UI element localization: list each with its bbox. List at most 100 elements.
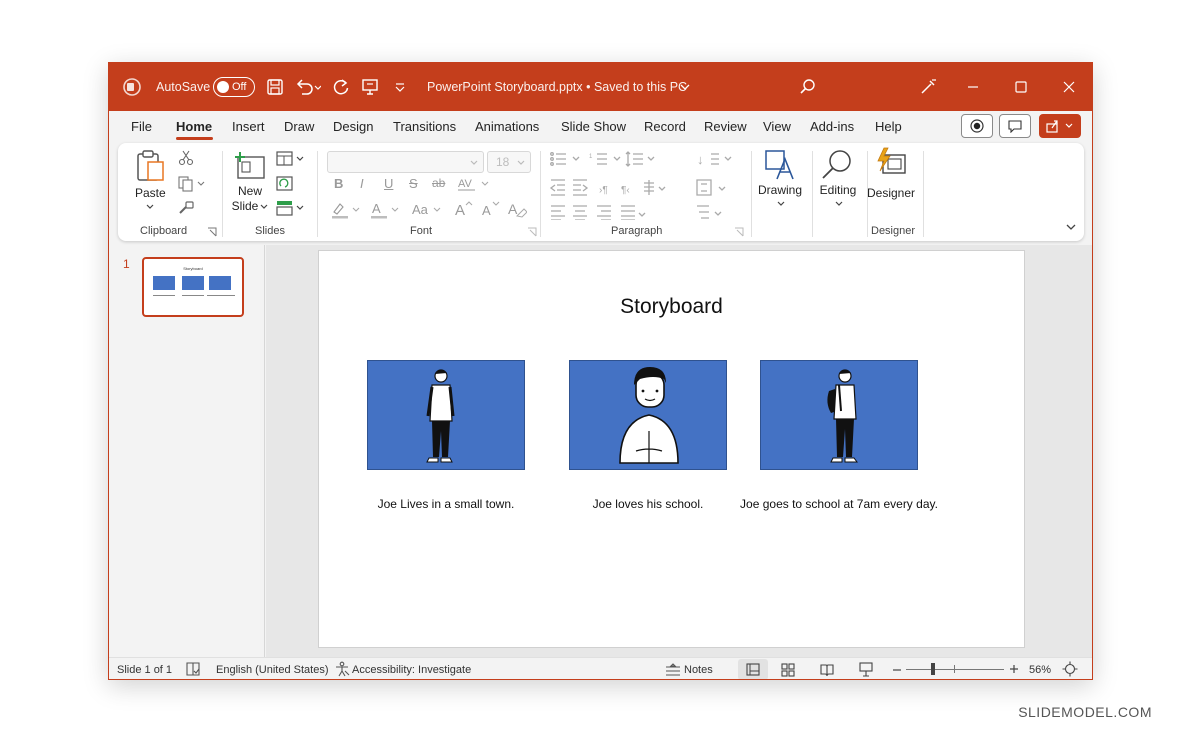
record-button[interactable] bbox=[961, 114, 993, 138]
paragraph-group-label: Paragraph bbox=[611, 225, 663, 237]
caption-2[interactable]: Joe loves his school. bbox=[569, 497, 727, 511]
zoom-in-icon[interactable] bbox=[1009, 664, 1019, 674]
minimize-button[interactable] bbox=[950, 63, 996, 111]
new-slide-button[interactable]: New bbox=[235, 184, 265, 198]
tab-file[interactable]: File bbox=[131, 119, 152, 134]
font-size-combobox[interactable]: 18 bbox=[487, 151, 531, 173]
save-icon[interactable] bbox=[266, 63, 284, 111]
drawing-dropdown-icon[interactable] bbox=[776, 200, 786, 208]
decrease-font-size-icon[interactable]: A bbox=[481, 200, 501, 218]
format-painter-icon[interactable] bbox=[177, 200, 195, 216]
highlight-color-icon[interactable] bbox=[330, 201, 362, 219]
dialog-launcher-icon[interactable] bbox=[207, 227, 217, 237]
storyboard-panel-2[interactable] bbox=[569, 360, 727, 470]
presenter-icon[interactable] bbox=[361, 63, 379, 111]
notes-button[interactable]: Notes bbox=[684, 664, 713, 676]
new-slide-icon bbox=[235, 152, 265, 179]
reset-slide-icon[interactable] bbox=[275, 176, 293, 192]
document-title[interactable]: PowerPoint Storyboard.pptx • Saved to th… bbox=[427, 63, 687, 111]
accessibility-icon[interactable] bbox=[334, 661, 350, 677]
strikethrough-icon[interactable]: S bbox=[409, 176, 418, 191]
thumbnail-number: 1 bbox=[123, 257, 130, 271]
layout-icon[interactable] bbox=[275, 151, 305, 167]
designer-button[interactable]: Designer bbox=[865, 186, 917, 200]
editing-dropdown-icon[interactable] bbox=[834, 200, 844, 208]
search-icon[interactable] bbox=[799, 63, 817, 111]
close-button[interactable] bbox=[1046, 63, 1092, 111]
notes-icon[interactable] bbox=[665, 663, 681, 677]
storyboard-panel-3[interactable] bbox=[760, 360, 918, 470]
tab-animations[interactable]: Animations bbox=[475, 119, 539, 134]
slide-canvas[interactable]: Storyboard Joe Lives in a small town. Jo… bbox=[318, 250, 1025, 648]
share-button[interactable] bbox=[1039, 114, 1081, 138]
collapse-ribbon-icon[interactable] bbox=[1065, 222, 1077, 232]
drawing-button[interactable]: Drawing bbox=[752, 183, 808, 197]
redo-icon[interactable] bbox=[332, 63, 350, 111]
reading-view-icon[interactable] bbox=[820, 663, 834, 677]
bold-icon[interactable]: B bbox=[334, 176, 343, 191]
tab-record[interactable]: Record bbox=[644, 119, 686, 134]
copilot-wand-icon[interactable] bbox=[919, 63, 937, 111]
paste-dropdown-icon[interactable] bbox=[145, 203, 155, 211]
increase-font-size-icon[interactable]: A bbox=[454, 200, 474, 218]
customize-quick-access-icon[interactable] bbox=[394, 63, 406, 111]
chevron-down-icon[interactable] bbox=[679, 63, 691, 111]
normal-view-button[interactable] bbox=[738, 659, 768, 679]
tab-home[interactable]: Home bbox=[176, 119, 212, 134]
spelling-check-icon[interactable] bbox=[185, 661, 201, 677]
font-color-icon[interactable]: A bbox=[369, 201, 401, 219]
new-slide-dropdown-icon[interactable] bbox=[260, 203, 268, 211]
slide-show-icon[interactable] bbox=[859, 662, 873, 677]
language-indicator[interactable]: English (United States) bbox=[216, 664, 329, 676]
font-name-combobox[interactable] bbox=[327, 151, 484, 173]
autosave-state: Off bbox=[232, 81, 247, 93]
zoom-slider-track[interactable] bbox=[906, 669, 1004, 670]
character-spacing-icon[interactable]: AV bbox=[457, 176, 491, 192]
clear-formatting-icon[interactable]: A bbox=[507, 200, 527, 218]
tab-help[interactable]: Help bbox=[875, 119, 902, 134]
undo-icon[interactable] bbox=[295, 63, 321, 111]
find-icon bbox=[822, 150, 851, 179]
underline-icon[interactable]: U bbox=[384, 176, 393, 191]
man-hoodie-illustration bbox=[619, 367, 679, 464]
autosave-toggle[interactable]: Off bbox=[213, 63, 255, 111]
cut-icon[interactable] bbox=[178, 150, 194, 166]
caption-3[interactable]: Joe goes to school at 7am every day. bbox=[739, 497, 939, 511]
copy-icon[interactable] bbox=[177, 176, 207, 192]
storyboard-panel-1[interactable] bbox=[367, 360, 525, 470]
change-case-icon[interactable]: Aa bbox=[410, 201, 444, 219]
zoom-out-icon[interactable] bbox=[892, 668, 902, 672]
svg-text:¶‹: ¶‹ bbox=[621, 185, 630, 196]
font-dialog-launcher-icon[interactable] bbox=[527, 227, 537, 237]
slide-thumbnail[interactable]: Storyboard bbox=[142, 257, 244, 317]
comments-button[interactable] bbox=[999, 114, 1031, 138]
paragraph-controls[interactable]: 1 ↓ ›¶ ¶‹ bbox=[549, 150, 749, 220]
tab-view[interactable]: View bbox=[763, 119, 791, 134]
zoom-level[interactable]: 56% bbox=[1029, 664, 1051, 676]
powerpoint-window: AutoSave Off PowerPoint Storyboard.pptx … bbox=[108, 62, 1093, 680]
paragraph-dialog-launcher-icon[interactable] bbox=[734, 227, 744, 237]
slide-editing-area: Storyboard Joe Lives in a small town. Jo… bbox=[266, 245, 1092, 657]
font-name-dropdown-icon bbox=[470, 160, 478, 165]
italic-icon[interactable]: I bbox=[360, 176, 364, 191]
caption-1[interactable]: Joe Lives in a small town. bbox=[367, 497, 525, 511]
tab-slide-show[interactable]: Slide Show bbox=[561, 119, 626, 134]
tab-transitions[interactable]: Transitions bbox=[393, 119, 456, 134]
tab-add-ins[interactable]: Add-ins bbox=[810, 119, 854, 134]
slide-title[interactable]: Storyboard bbox=[319, 295, 1024, 319]
tab-review[interactable]: Review bbox=[704, 119, 747, 134]
tab-draw[interactable]: Draw bbox=[284, 119, 314, 134]
editing-button[interactable]: Editing bbox=[812, 183, 864, 197]
zoom-slider-thumb[interactable] bbox=[931, 663, 935, 675]
slide-thumbnail-pane: 1 Storyboard bbox=[109, 245, 265, 657]
powerpoint-logo-icon bbox=[123, 63, 141, 111]
accessibility-status[interactable]: Accessibility: Investigate bbox=[352, 664, 471, 676]
paste-button[interactable]: Paste bbox=[135, 186, 166, 200]
slide-sorter-icon[interactable] bbox=[781, 663, 795, 677]
maximize-button[interactable] bbox=[998, 63, 1044, 111]
strikethrough-ab-icon[interactable]: ab bbox=[432, 176, 445, 190]
tab-design[interactable]: Design bbox=[333, 119, 373, 134]
section-icon[interactable] bbox=[275, 200, 305, 216]
fit-to-window-icon[interactable] bbox=[1062, 661, 1078, 677]
tab-insert[interactable]: Insert bbox=[232, 119, 265, 134]
